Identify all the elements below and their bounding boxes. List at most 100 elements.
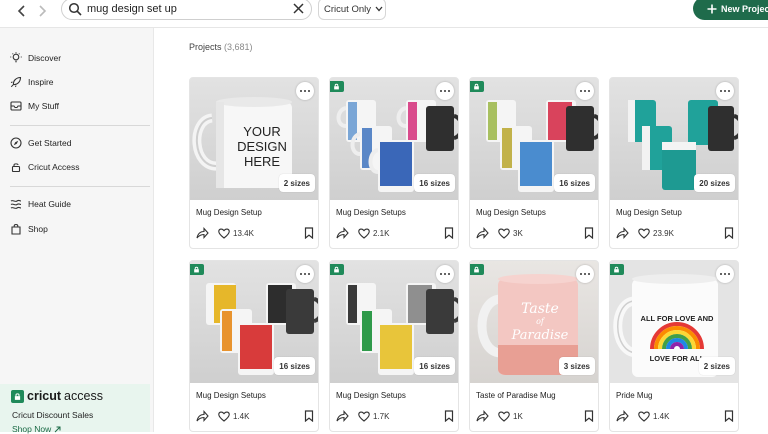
plus-icon — [707, 4, 717, 13]
sizes-badge: 16 sizes — [414, 357, 455, 375]
project-card[interactable]: 16 sizes Mug Design Setups 1.7K — [329, 260, 459, 432]
bookmark-icon[interactable] — [584, 227, 594, 239]
more-options-button[interactable] — [296, 82, 314, 100]
like-button[interactable]: 3K — [498, 228, 523, 239]
promo-title: Cricut Discount Sales — [12, 410, 94, 420]
share-icon[interactable] — [196, 410, 209, 422]
card-actions: 1.4K — [196, 408, 314, 424]
project-card[interactable]: 20 sizes Mug Design Setup 23.9K — [609, 77, 739, 249]
more-options-button[interactable] — [576, 265, 594, 283]
project-title[interactable]: Mug Design Setups — [336, 391, 406, 400]
chevron-right-icon — [39, 5, 47, 17]
more-options-button[interactable] — [436, 82, 454, 100]
card-actions: 1.7K — [336, 408, 454, 424]
filter-dropdown[interactable]: Cricut Only — [318, 0, 386, 20]
close-icon[interactable] — [292, 2, 305, 15]
lock-icon — [474, 266, 479, 273]
bookmark-icon[interactable] — [724, 227, 734, 239]
svg-text:HERE: HERE — [244, 154, 280, 169]
project-title[interactable]: Mug Design Setups — [336, 208, 406, 217]
forward-button[interactable] — [33, 2, 51, 20]
like-count: 1.4K — [653, 411, 670, 421]
sidebar-item-cricut-access[interactable]: Cricut Access — [10, 159, 80, 175]
like-count: 2.1K — [373, 228, 390, 238]
lock-icon — [474, 83, 479, 90]
svg-text:LOVE FOR ALL: LOVE FOR ALL — [650, 354, 705, 363]
project-title[interactable]: Mug Design Setups — [196, 391, 266, 400]
more-options-button[interactable] — [716, 265, 734, 283]
sidebar-item-label: Inspire — [28, 77, 54, 87]
lock-icon — [10, 161, 22, 173]
access-lock-badge — [610, 264, 624, 275]
access-lock-badge — [330, 81, 344, 92]
bookmark-icon[interactable] — [444, 410, 454, 422]
more-options-button[interactable] — [576, 82, 594, 100]
access-lock-badge — [470, 81, 484, 92]
card-actions: 23.9K — [616, 225, 734, 241]
like-button[interactable]: 13.4K — [218, 228, 254, 239]
svg-text:DESIGN: DESIGN — [237, 139, 287, 154]
like-button[interactable]: 1.4K — [638, 411, 669, 422]
share-icon[interactable] — [476, 410, 489, 422]
heart-icon — [358, 411, 370, 422]
more-options-button[interactable] — [716, 82, 734, 100]
share-icon[interactable] — [196, 227, 209, 239]
lock-icon — [334, 83, 339, 90]
bookmark-icon[interactable] — [444, 227, 454, 239]
lock-icon — [194, 266, 199, 273]
access-lock-badge — [470, 264, 484, 275]
share-icon[interactable] — [476, 227, 489, 239]
sidebar-item-my-stuff[interactable]: My Stuff — [10, 98, 59, 114]
share-icon[interactable] — [336, 227, 349, 239]
card-actions: 3K — [476, 225, 594, 241]
bookmark-icon[interactable] — [304, 410, 314, 422]
card-actions: 1K — [476, 408, 594, 424]
bookmark-icon[interactable] — [724, 410, 734, 422]
heart-icon — [498, 411, 510, 422]
like-button[interactable]: 1.4K — [218, 411, 249, 422]
new-project-button[interactable]: New Project — [693, 0, 768, 20]
chevron-left-icon — [17, 5, 25, 17]
shop-now-link[interactable]: Shop Now — [12, 424, 61, 434]
back-button[interactable] — [13, 2, 31, 20]
search-icon — [68, 2, 82, 16]
external-link-icon — [54, 426, 61, 432]
project-title[interactable]: Mug Design Setup — [616, 208, 682, 217]
more-options-button[interactable] — [436, 265, 454, 283]
project-card[interactable]: ALL FOR LOVE AND LOVE FOR ALL 2 sizes Pr… — [609, 260, 739, 432]
search-input[interactable] — [87, 1, 277, 17]
more-options-button[interactable] — [296, 265, 314, 283]
lightbulb-icon — [10, 52, 22, 64]
share-icon[interactable] — [616, 227, 629, 239]
sizes-badge: 2 sizes — [278, 174, 315, 192]
like-button[interactable]: 1.7K — [358, 411, 389, 422]
project-card[interactable]: 16 sizes Mug Design Setups 2.1K — [329, 77, 459, 249]
sidebar-item-shop[interactable]: Shop — [10, 221, 48, 237]
like-button[interactable]: 1K — [498, 411, 523, 422]
lock-icon — [614, 266, 619, 273]
heart-icon — [498, 228, 510, 239]
lock-icon — [334, 266, 339, 273]
sidebar-item-discover[interactable]: Discover — [10, 50, 61, 66]
bookmark-icon[interactable] — [304, 227, 314, 239]
project-title[interactable]: Pride Mug — [616, 391, 652, 400]
share-icon[interactable] — [336, 410, 349, 422]
filter-label: Cricut Only — [324, 3, 371, 15]
project-card[interactable]: 16 sizes Mug Design Setups 3K — [469, 77, 599, 249]
sidebar-item-get-started[interactable]: Get Started — [10, 135, 71, 151]
project-card[interactable]: YOUR DESIGN HERE 2 sizes Mug Design Setu… — [189, 77, 319, 249]
project-title[interactable]: Mug Design Setups — [476, 208, 546, 217]
project-card[interactable]: Taste of Paradise 3 sizes Taste of Parad… — [469, 260, 599, 432]
sidebar-item-heat-guide[interactable]: Heat Guide — [10, 196, 71, 212]
top-bar: Cricut Only New Project — [0, 0, 768, 28]
sizes-badge: 16 sizes — [554, 174, 595, 192]
project-title[interactable]: Taste of Paradise Mug — [476, 391, 556, 400]
like-button[interactable]: 2.1K — [358, 228, 389, 239]
sidebar-item-inspire[interactable]: Inspire — [10, 74, 54, 90]
like-button[interactable]: 23.9K — [638, 228, 674, 239]
project-card[interactable]: 16 sizes Mug Design Setups 1.4K — [189, 260, 319, 432]
bookmark-icon[interactable] — [584, 410, 594, 422]
share-icon[interactable] — [616, 410, 629, 422]
card-actions: 13.4K — [196, 225, 314, 241]
project-title[interactable]: Mug Design Setup — [196, 208, 262, 217]
